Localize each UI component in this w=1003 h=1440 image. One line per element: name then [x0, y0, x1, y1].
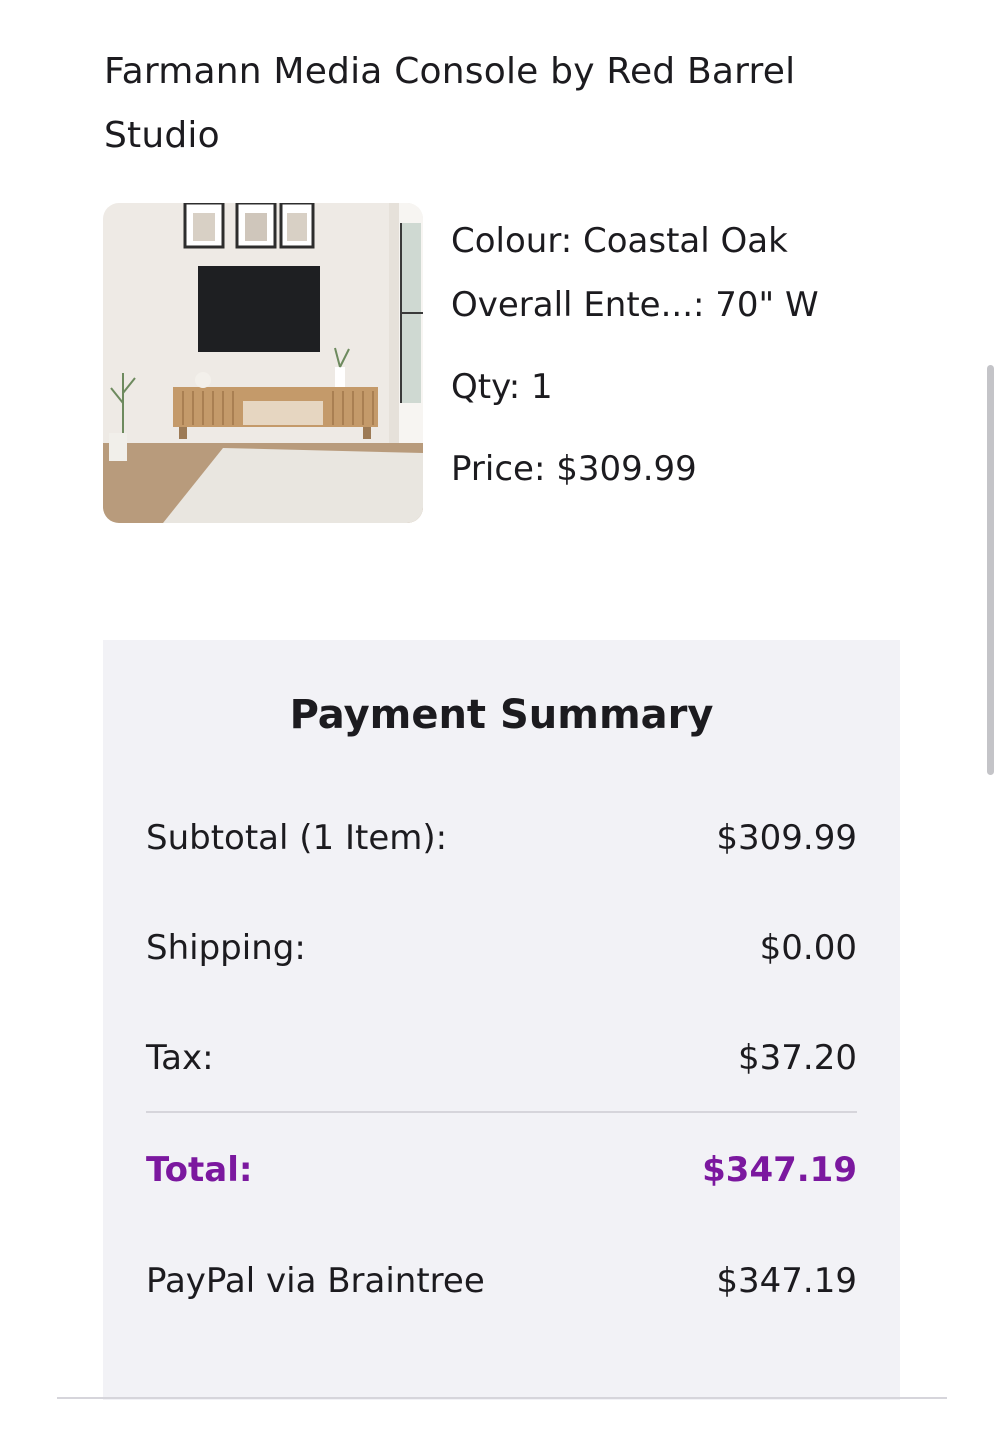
tax-label: Tax:: [146, 1038, 214, 1078]
payment-method-row: PayPal via Braintree $347.19: [146, 1249, 857, 1313]
total-row: Total: $347.19: [146, 1138, 857, 1202]
shipping-label: Shipping:: [146, 928, 306, 968]
product-quantity: Qty: 1: [451, 367, 553, 407]
tax-row: Tax: $37.20: [146, 1026, 857, 1090]
tax-value: $37.20: [738, 1038, 857, 1078]
product-colour: Colour: Coastal Oak: [451, 221, 788, 261]
payment-method-label: PayPal via Braintree: [146, 1261, 485, 1301]
product-price: Price: $309.99: [451, 449, 697, 489]
product-overall-width: Overall Ente...: 70" W: [451, 285, 819, 325]
payment-method-value: $347.19: [716, 1261, 857, 1301]
product-title[interactable]: Farmann Media Console by Red Barrel Stud…: [104, 40, 884, 168]
product-details: Colour: Coastal Oak Overall Ente...: 70"…: [451, 209, 971, 501]
bottom-divider: [57, 1397, 947, 1399]
total-value: $347.19: [702, 1150, 857, 1190]
total-label: Total:: [146, 1150, 253, 1190]
product-image-illustration: [103, 203, 423, 523]
scrollbar[interactable]: [987, 365, 994, 775]
payment-summary-title: Payment Summary: [289, 692, 714, 738]
summary-divider: [146, 1111, 857, 1113]
shipping-value: $0.00: [759, 928, 857, 968]
subtotal-value: $309.99: [716, 818, 857, 858]
shipping-row: Shipping: $0.00: [146, 916, 857, 980]
subtotal-row: Subtotal (1 Item): $309.99: [146, 806, 857, 870]
product-image[interactable]: [103, 203, 423, 523]
subtotal-label: Subtotal (1 Item):: [146, 818, 448, 858]
